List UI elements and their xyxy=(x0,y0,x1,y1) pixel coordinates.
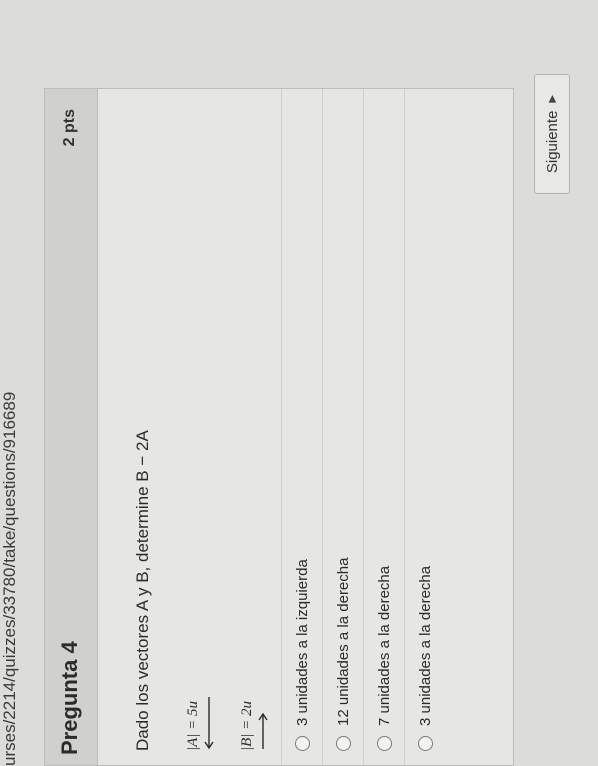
question-points: 2 pts xyxy=(61,109,78,147)
answer-option[interactable]: 3 unidades a la derecha xyxy=(404,89,445,765)
answer-option[interactable]: 7 unidades a la derecha xyxy=(363,89,404,765)
answer-option[interactable]: 12 unidades a la derecha xyxy=(322,89,363,765)
question-text: Dado los vectores A y B, determine B − 2… xyxy=(133,430,152,751)
answer-option-label: 12 unidades a la derecha xyxy=(334,557,352,726)
vector-a-label: |A| = 5u xyxy=(185,700,201,751)
vector-a: |A| = 5u xyxy=(185,695,214,751)
answer-option-label: 7 unidades a la derecha xyxy=(375,565,393,726)
radio-button[interactable] xyxy=(417,736,433,751)
next-button[interactable]: Siguiente ▶ xyxy=(534,74,570,194)
radio-button[interactable] xyxy=(294,736,310,751)
answer-option-label: 3 unidades a la izquierda xyxy=(293,559,311,726)
triangle-right-icon: ▶ xyxy=(546,94,558,103)
next-button-label: Siguiente xyxy=(543,110,561,174)
question-title: Pregunta 4 xyxy=(57,641,82,755)
quiz-page: urses/2214/quizzes/33780/take/questions/… xyxy=(0,0,598,766)
left-arrow-icon xyxy=(204,697,214,750)
radio-button[interactable] xyxy=(335,736,351,751)
answer-option-label: 3 unidades a la derecha xyxy=(416,565,434,726)
question-header: Pregunta 4 2 pts xyxy=(45,89,98,765)
url-bar: urses/2214/quizzes/33780/take/questions/… xyxy=(0,391,19,766)
question-card: Pregunta 4 2 pts Dado los vectores A y B… xyxy=(44,88,514,766)
vector-b: |B| = 2u xyxy=(239,701,268,751)
answer-options: 3 unidades a la izquierda 12 unidades a … xyxy=(281,89,445,765)
radio-button[interactable] xyxy=(376,736,392,751)
answer-option[interactable]: 3 unidades a la izquierda xyxy=(281,89,322,765)
vector-b-label: |B| = 2u xyxy=(239,700,255,751)
right-arrow-icon xyxy=(258,712,268,749)
